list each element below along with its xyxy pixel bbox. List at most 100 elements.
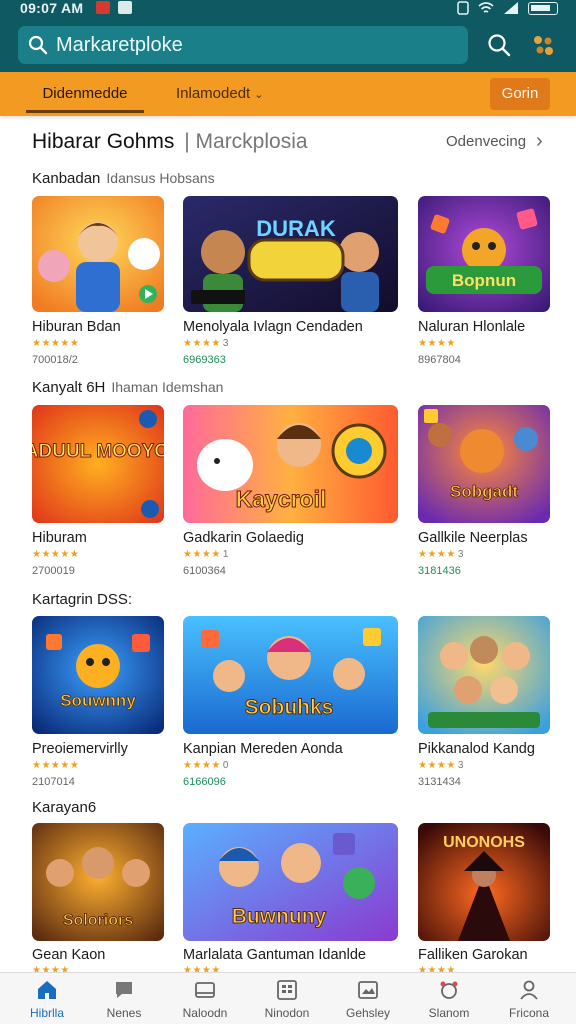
star-rating: ★★★★ 3 [418,549,463,560]
see-all-link[interactable]: Odenvecing [446,133,526,150]
game-meta: 3181436 [418,565,461,577]
notification-icons [96,1,132,14]
game-thumbnail [418,616,550,734]
stars: ★★★★ [418,760,456,771]
rating-value: 0 [222,760,229,771]
stars: ★★★★ [418,338,456,349]
game-meta: 3131434 [418,776,461,788]
app-header: 09:07 AM Markaretploke [0,0,576,72]
game-title: Gallkile Neerplas [418,530,528,546]
game-title: Hiburan Bdan [32,319,121,335]
tab-bar: Didenmedde Inlamodedt ⌄ Gorin [0,72,576,116]
status-bar: 09:07 AM [0,0,576,18]
nav-label: Hibrlla [29,1006,64,1020]
battery-icon [528,1,558,15]
nav-item-news[interactable]: Nenes [83,973,165,1024]
nav-item-home[interactable]: Hibrlla [6,973,88,1024]
nav-item-library[interactable]: Naloodn [164,973,246,1024]
game-meta: 2700019 [32,565,75,577]
chat-icon [116,982,132,998]
row-subtitle: Idansus Hobsans [106,170,215,186]
page-title-text: Hibarar Gohms [32,130,175,153]
row-title: Kanbadan [32,170,101,187]
game-thumbnail [32,196,164,312]
system-icons [457,1,558,15]
nav-label: Gehsley [345,1006,391,1020]
nav-label: Ninodon [264,1006,310,1020]
signal-icon [504,2,518,14]
game-meta: 8967804 [418,354,461,366]
game-logo-text: UNONOHS [443,834,525,851]
wifi-icon [478,2,494,13]
search-bar[interactable]: Markaretploke [18,26,468,64]
game-logo-text: ZADUUL MOOYON [32,441,164,462]
game-logo-text: Soloriors [63,912,133,929]
nav-item-categories[interactable]: Ninodon [246,973,328,1024]
page-subtitle-text: Marckplosia [195,130,308,153]
row-subtitle: Ihaman Idemshan [111,379,224,395]
game-title: Gadkarin Golaedig [183,530,304,546]
game-logo-text: Buwnuny [232,905,327,928]
game-logo-text: Souwnny [60,691,136,710]
stars: ★★★★★ [32,549,80,560]
game-thumbnail: Sobgadt [418,405,550,523]
game-thumbnail: Bopnun [418,196,550,312]
game-thumbnail: ZADUUL MOOYON [32,405,164,523]
stars: ★★★★ [183,760,221,771]
game-meta: 6100364 [183,565,226,577]
game-thumbnail: Sobuhks [183,616,398,734]
game-title: Falliken Garokan [418,947,528,963]
apps-menu-icon[interactable] [530,32,556,58]
notification-icon [96,1,110,14]
game-thumbnail: Buwnuny [183,823,398,941]
game-logo-text: Sobuhks [245,696,334,719]
star-rating: ★★★★ 3 [183,338,228,349]
rating-value: 3 [457,760,464,771]
game-thumbnail: DURAK [183,196,398,312]
star-rating: ★★★★★ [32,338,81,349]
action-button[interactable]: Gorin [490,78,550,110]
grid-icon [277,980,297,1000]
rating-value: 1 [222,549,229,560]
game-thumbnail: Soloriors [32,823,164,941]
game-meta: 2107014 [32,776,75,788]
game-meta: 6969363 [183,354,226,366]
rating-value: 3 [457,549,464,560]
game-meta: 700018/2 [32,354,78,366]
row-label: Kanyalt 6H Ihaman Idemshan [32,379,223,396]
game-logo-text: Kaycroil [236,486,327,512]
game-title: Gean Kaon [32,947,106,963]
rating-value: 3 [222,338,229,349]
row-title: Kanyalt 6H [32,379,106,396]
page-title: Hibarar Gohms | Marckplosia [32,130,308,154]
star-rating: ★★★★ 0 [183,760,228,771]
status-time: 09:07 AM [20,0,84,16]
nav-item-profile[interactable]: Fricona [488,973,570,1024]
search-button-icon[interactable] [486,32,512,58]
row-title: Kartagrin DSS: [32,591,133,608]
game-title: Hiburam [32,530,87,546]
stars: ★★★★★ [32,760,80,771]
nav-item-gallery[interactable]: Gehsley [327,973,409,1024]
nav-label: Fricona [508,1006,549,1020]
nav-label: Nenes [106,1006,142,1020]
category-dropdown[interactable]: Inlamodedt ⌄ [176,85,263,102]
stars: ★★★★ [418,549,456,560]
search-icon [28,35,48,55]
tab-featured[interactable]: Didenmedde [26,72,144,116]
stars: ★★★★★ [32,338,80,349]
game-title: Kanpian Mereden Aonda [183,741,343,757]
search-input[interactable]: Markaretploke [56,34,183,57]
chevron-right-icon[interactable]: › [536,130,543,153]
star-rating: ★★★★ 1 [183,549,228,560]
star-rating: ★★★★ [418,338,458,349]
game-title: Menolyala Ivlagn Cendaden [183,319,363,335]
stars: ★★★★ [183,338,221,349]
star-rating: ★★★★★ [32,549,81,560]
game-logo-text: Sobgadt [450,482,518,501]
game-title: Preoiemervirlly [32,741,128,757]
bottom-navigation: Hibrlla Nenes Naloodn Ninodon Gehsley Sl… [0,972,576,1024]
game-logo-text: Bopnun [452,271,516,290]
home-icon [38,981,56,999]
nav-item-pets[interactable]: Slanom [408,973,490,1024]
